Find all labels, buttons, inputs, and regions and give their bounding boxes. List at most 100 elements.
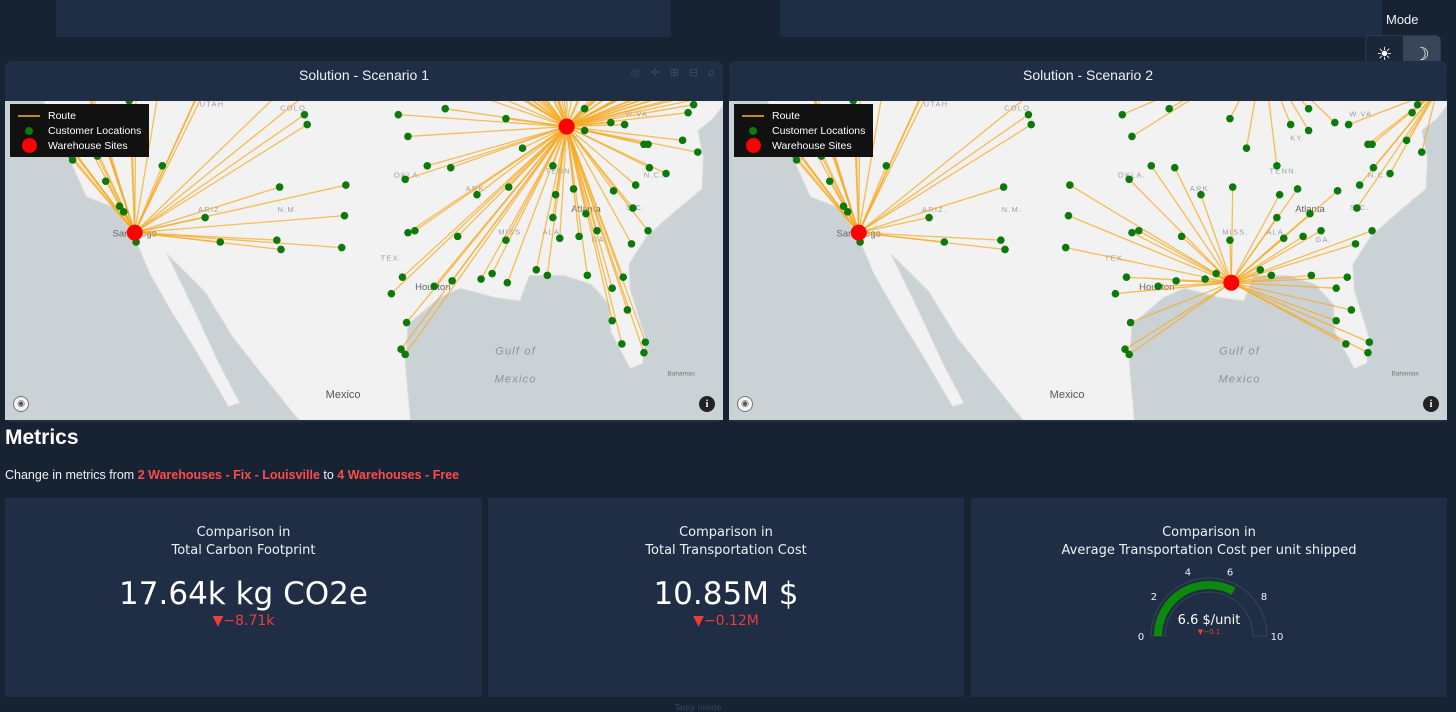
customer-marker xyxy=(277,245,285,254)
zoom-out-icon[interactable]: ⊟ xyxy=(689,66,698,79)
customer-marker xyxy=(404,132,412,141)
customer-marker xyxy=(569,185,578,193)
legend-item-customers[interactable]: Customer Locations xyxy=(16,123,141,138)
footer-text: Taipy inside xyxy=(674,703,722,712)
customer-marker xyxy=(1172,277,1180,285)
customer-marker xyxy=(593,226,601,235)
customer-marker xyxy=(337,243,346,252)
metrics-subtitle: Change in metrics from 2 Warehouses - Fi… xyxy=(5,468,459,482)
customer-marker xyxy=(1147,161,1156,170)
customer-marker xyxy=(1332,316,1340,325)
customer-marker xyxy=(689,101,698,109)
zoom-in-icon[interactable]: ⊞ xyxy=(670,66,679,79)
warehouse-dot-icon xyxy=(745,138,761,153)
customer-marker xyxy=(402,318,411,327)
customer-marker xyxy=(641,338,650,346)
warehouse-dot-icon xyxy=(21,138,37,153)
customer-marker xyxy=(575,232,583,241)
customer-marker xyxy=(453,232,462,241)
legend-item-route[interactable]: Route xyxy=(740,108,865,123)
top-card-right xyxy=(780,0,1382,37)
customer-marker xyxy=(448,277,456,285)
customer-marker xyxy=(158,161,167,170)
legend-item-warehouses[interactable]: Warehouse Sites xyxy=(740,138,865,153)
customer-marker xyxy=(1306,209,1314,218)
camera-icon[interactable]: ◎ xyxy=(631,66,641,79)
customer-marker xyxy=(504,183,513,191)
customer-marker xyxy=(1293,185,1302,193)
customer-marker xyxy=(411,226,419,235)
customer-marker xyxy=(1122,273,1131,282)
metrics-heading: Metrics xyxy=(5,426,79,449)
to-scenario: 4 Warehouses - Free xyxy=(337,468,460,482)
customer-marker xyxy=(620,120,629,129)
customer-marker xyxy=(662,169,670,178)
customer-marker xyxy=(1061,243,1070,252)
map-legend: Route Customer Locations Warehouse Sites xyxy=(734,104,874,157)
metric-card-transport-cost: Comparison in Total Transportation Cost 1… xyxy=(488,498,964,697)
top-card-left xyxy=(56,0,671,37)
mapbox-logo-icon[interactable]: ◉ xyxy=(737,396,753,412)
info-icon[interactable]: i xyxy=(1423,396,1439,412)
customer-marker xyxy=(1368,226,1376,235)
customer-marker xyxy=(1355,181,1364,189)
customer-marker xyxy=(1353,204,1361,212)
gauge-value: 6.6 $/unit xyxy=(1178,613,1241,628)
customer-marker xyxy=(1279,234,1288,243)
gauge-tick-label: 4 xyxy=(1185,567,1191,578)
route-line-icon xyxy=(18,114,40,117)
customer-marker xyxy=(1165,104,1174,113)
pan-icon[interactable]: ✛ xyxy=(650,66,659,79)
map-label: N.M. xyxy=(278,205,299,214)
customer-marker xyxy=(1212,269,1220,278)
customer-marker xyxy=(473,190,481,199)
legend-label: Customer Locations xyxy=(772,124,866,137)
legend-item-warehouses[interactable]: Warehouse Sites xyxy=(16,138,141,153)
mapbox-logo-icon[interactable]: ◉ xyxy=(13,396,29,412)
metric-card-carbon: Comparison in Total Carbon Footprint 17.6… xyxy=(5,498,482,697)
customer-marker xyxy=(201,213,209,222)
map-legend: Route Customer Locations Warehouse Sites xyxy=(10,104,150,157)
customer-marker xyxy=(101,177,110,186)
from-scenario: 2 Warehouses - Fix - Louisville xyxy=(137,468,320,482)
chart-modebar[interactable]: ◎ ✛ ⊞ ⊟ ⌂ xyxy=(631,66,715,79)
card-title: Comparison in Total Carbon Footprint xyxy=(171,525,316,558)
customer-marker xyxy=(607,118,615,127)
map-label: N.M. xyxy=(1002,205,1023,214)
map-scenario-1[interactable]: QUE.ONT.MONT.N.D.MINN.S.D.WIS.MICH.IDAHO… xyxy=(5,101,723,420)
customer-dot-icon xyxy=(25,126,33,135)
metric-card-cost-per-unit: Comparison in Average Transportation Cost… xyxy=(971,498,1447,697)
customer-marker xyxy=(1408,108,1416,117)
customer-marker xyxy=(303,120,312,129)
legend-item-route[interactable]: Route xyxy=(16,108,141,123)
customer-dot-icon xyxy=(749,126,757,135)
customer-marker xyxy=(1226,114,1234,123)
customer-marker xyxy=(1128,228,1136,237)
legend-label: Route xyxy=(48,109,77,122)
subtitle-text: Change in metrics from xyxy=(5,468,138,482)
customer-marker xyxy=(645,163,654,172)
map-panel-scenario-2: Solution - Scenario 2 QUE.ONT.MONT.N.D.M… xyxy=(729,61,1447,422)
customer-marker xyxy=(1333,187,1342,195)
customer-marker xyxy=(1299,232,1307,241)
map-label: N.C. xyxy=(644,170,664,179)
customer-marker xyxy=(1365,338,1374,346)
reset-icon[interactable]: ⌂ xyxy=(708,66,715,79)
customer-marker xyxy=(401,175,410,184)
customer-marker xyxy=(623,306,632,314)
customer-marker xyxy=(543,271,552,280)
gauge-tick-label: 8 xyxy=(1261,592,1267,603)
info-icon[interactable]: i xyxy=(699,396,715,412)
map-scenario-2[interactable]: QUE.ONT.MONT.N.D.MINN.S.D.WIS.MICH.IDAHO… xyxy=(729,101,1447,420)
customer-marker xyxy=(609,187,618,195)
customer-marker xyxy=(394,110,403,119)
customer-marker xyxy=(693,148,702,156)
customer-marker xyxy=(882,161,891,170)
gauge-tick-label: 2 xyxy=(1151,592,1157,603)
map-label: Bahamas xyxy=(667,370,695,377)
customer-marker xyxy=(940,238,949,246)
legend-item-customers[interactable]: Customer Locations xyxy=(740,123,865,138)
customer-marker xyxy=(1275,190,1284,199)
customer-marker xyxy=(1332,284,1340,292)
map-label: Mexico xyxy=(1050,389,1085,401)
